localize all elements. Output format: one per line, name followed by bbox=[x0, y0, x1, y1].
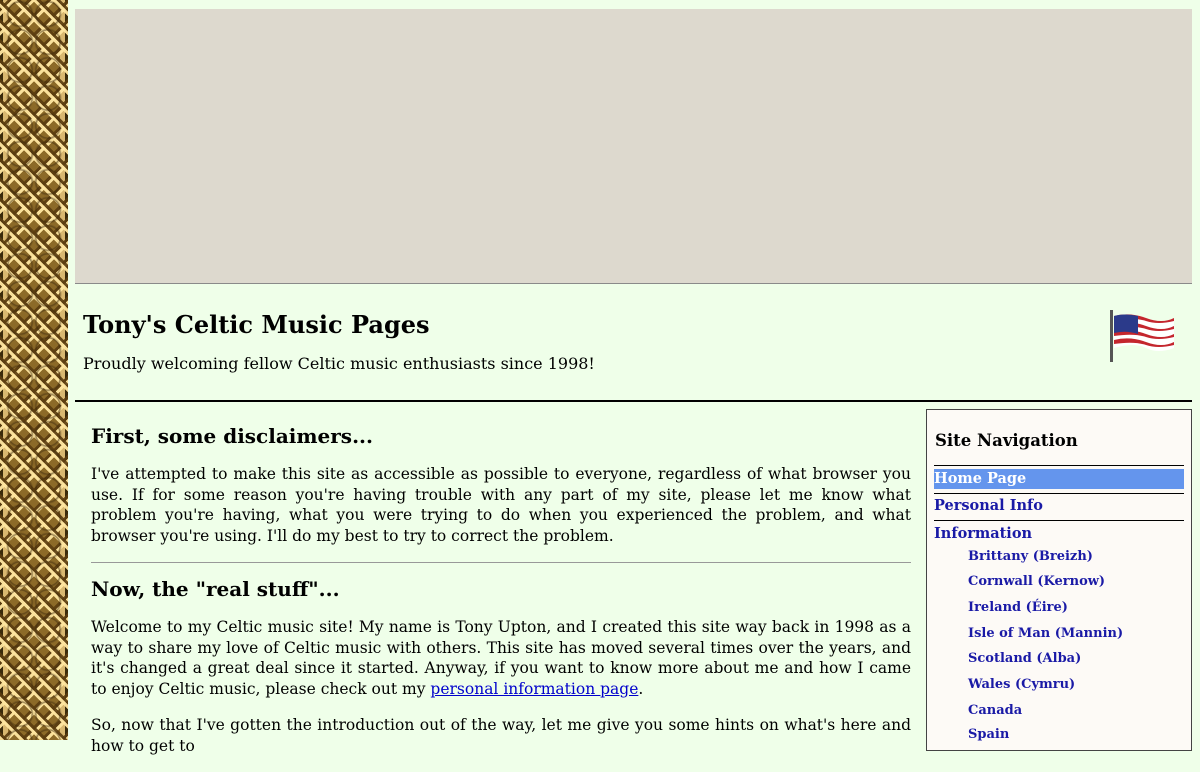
nav-ireland[interactable]: Ireland (Éire) bbox=[968, 600, 1068, 615]
header-divider bbox=[75, 400, 1192, 402]
nav-isle-of-man[interactable]: Isle of Man (Mannin) bbox=[968, 626, 1123, 641]
welcome-paragraph: Welcome to my Celtic music site! My name… bbox=[91, 617, 911, 699]
banner-image-area bbox=[75, 9, 1192, 284]
nav-title: Site Navigation bbox=[935, 431, 1078, 450]
nav-divider bbox=[934, 493, 1184, 494]
disclaimers-paragraph: I've attempted to make this site as acce… bbox=[91, 465, 911, 545]
nav-wales[interactable]: Wales (Cymru) bbox=[968, 677, 1075, 692]
us-flag-icon bbox=[1110, 310, 1174, 362]
nav-canada[interactable]: Canada bbox=[968, 703, 1022, 718]
nav-divider bbox=[934, 520, 1184, 521]
nav-brittany[interactable]: Brittany (Breizh) bbox=[968, 549, 1093, 564]
hints-paragraph: So, now that I've gotten the introductio… bbox=[91, 716, 911, 755]
nav-personal-info[interactable]: Personal Info bbox=[934, 496, 1184, 516]
nav-scotland[interactable]: Scotland (Alba) bbox=[968, 651, 1081, 666]
site-title: Tony's Celtic Music Pages bbox=[83, 310, 430, 339]
nav-home-page[interactable]: Home Page bbox=[934, 469, 1184, 489]
disclaimers-heading: First, some disclaimers... bbox=[91, 424, 373, 448]
personal-info-link[interactable]: personal information page bbox=[430, 680, 638, 698]
nav-divider bbox=[934, 465, 1184, 466]
welcome-text-end: . bbox=[638, 679, 644, 698]
nav-information[interactable]: Information bbox=[934, 524, 1184, 544]
site-navigation-panel: Site Navigation Home Page Personal Info … bbox=[926, 409, 1192, 751]
celtic-knot-border bbox=[0, 0, 68, 740]
main-content: First, some disclaimers... I've attempte… bbox=[91, 424, 911, 772]
nav-cornwall[interactable]: Cornwall (Kernow) bbox=[968, 574, 1105, 589]
real-stuff-heading: Now, the "real stuff"... bbox=[91, 577, 340, 601]
section-divider bbox=[91, 562, 911, 563]
site-tagline: Proudly welcoming fellow Celtic music en… bbox=[83, 354, 595, 373]
